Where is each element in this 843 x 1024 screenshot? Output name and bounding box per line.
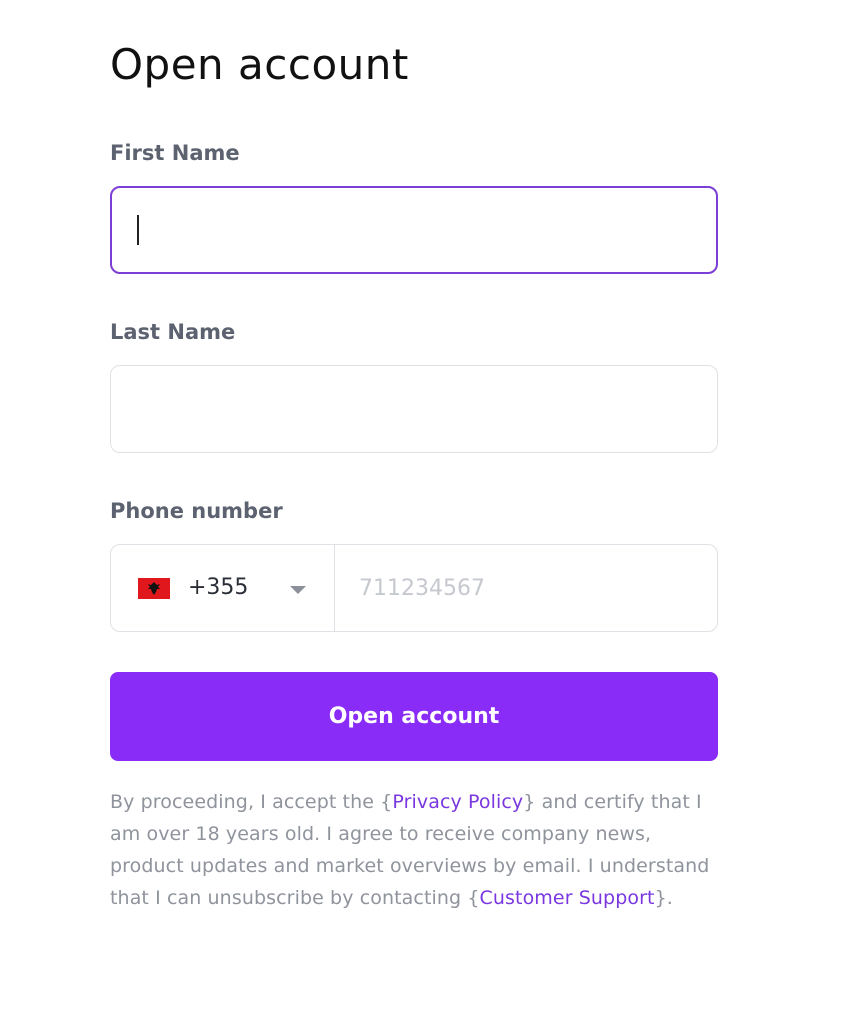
first-name-field-wrapper bbox=[110, 186, 718, 274]
privacy-policy-link[interactable]: Privacy Policy bbox=[392, 791, 523, 813]
phone-number-input[interactable] bbox=[335, 545, 717, 631]
phone-number-field: +355 bbox=[110, 544, 718, 632]
consent-text-part3: }. bbox=[654, 887, 673, 909]
consent-text: By proceeding, I accept the {Privacy Pol… bbox=[110, 786, 718, 914]
customer-support-link[interactable]: Customer Support bbox=[480, 887, 655, 909]
last-name-label: Last Name bbox=[110, 320, 236, 344]
country-code-select[interactable]: +355 bbox=[111, 545, 335, 631]
last-name-input[interactable] bbox=[110, 365, 718, 453]
phone-number-label: Phone number bbox=[110, 499, 283, 523]
page-title: Open account bbox=[110, 40, 409, 89]
first-name-input[interactable] bbox=[110, 186, 718, 274]
chevron-down-icon bbox=[290, 586, 306, 594]
first-name-label: First Name bbox=[110, 141, 240, 165]
albania-flag-icon bbox=[138, 578, 170, 599]
consent-text-part1: By proceeding, I accept the { bbox=[110, 791, 393, 813]
country-dial-code: +355 bbox=[188, 575, 249, 600]
text-cursor bbox=[137, 215, 139, 245]
open-account-button[interactable]: Open account bbox=[110, 672, 718, 761]
